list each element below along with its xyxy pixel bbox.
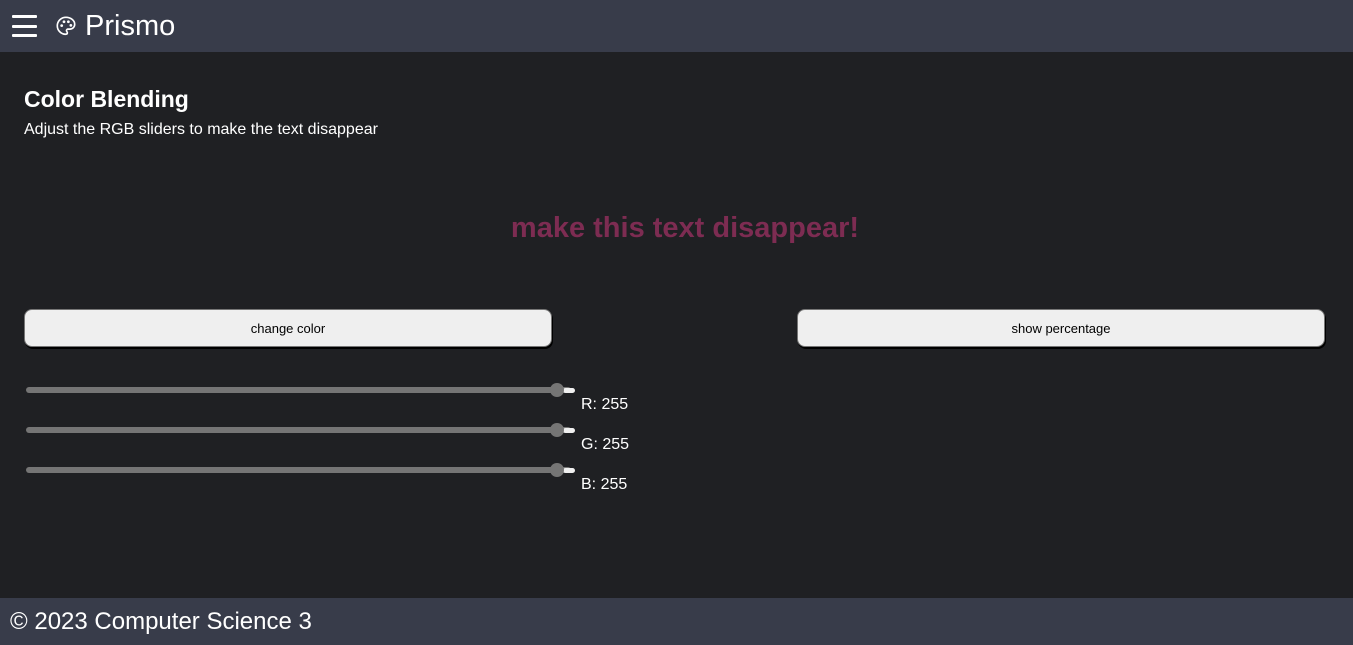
red-slider-row: R: 255 bbox=[26, 383, 676, 417]
footer-copyright: © 2023 Computer Science 3 bbox=[10, 607, 312, 635]
green-slider-track-end bbox=[563, 428, 575, 433]
target-text: make this text disappear! bbox=[510, 212, 860, 244]
blue-slider-track[interactable] bbox=[26, 467, 571, 473]
blue-slider-track-end bbox=[563, 468, 575, 473]
app-title: Prismo bbox=[85, 9, 176, 42]
red-slider-track-end bbox=[563, 388, 575, 393]
red-slider-thumb[interactable] bbox=[550, 383, 564, 397]
show-percentage-button[interactable]: show percentage bbox=[797, 309, 1325, 347]
main-content: Color Blending Adjust the RGB sliders to… bbox=[24, 85, 1326, 493]
red-value-label: R: 255 bbox=[581, 396, 629, 413]
brand[interactable]: Prismo bbox=[55, 10, 175, 43]
palette-icon bbox=[56, 16, 76, 36]
page-subtitle: Adjust the RGB sliders to make the text … bbox=[24, 121, 378, 138]
green-slider-row: G: 255 bbox=[26, 423, 676, 457]
page-title: Color Blending bbox=[24, 86, 189, 112]
red-slider-track[interactable] bbox=[26, 387, 571, 393]
top-navigation-bar: Prismo bbox=[0, 0, 1353, 52]
blue-slider-thumb[interactable] bbox=[550, 463, 564, 477]
change-color-button[interactable]: change color bbox=[24, 309, 552, 347]
green-value-label: G: 255 bbox=[581, 436, 630, 453]
footer: © 2023 Computer Science 3 bbox=[0, 598, 1353, 645]
blue-value-label: B: 255 bbox=[581, 476, 628, 493]
blue-slider-row: B: 255 bbox=[26, 463, 676, 497]
green-slider-thumb[interactable] bbox=[550, 423, 564, 437]
green-slider-track[interactable] bbox=[26, 427, 571, 433]
hamburger-menu-icon[interactable] bbox=[12, 15, 37, 37]
